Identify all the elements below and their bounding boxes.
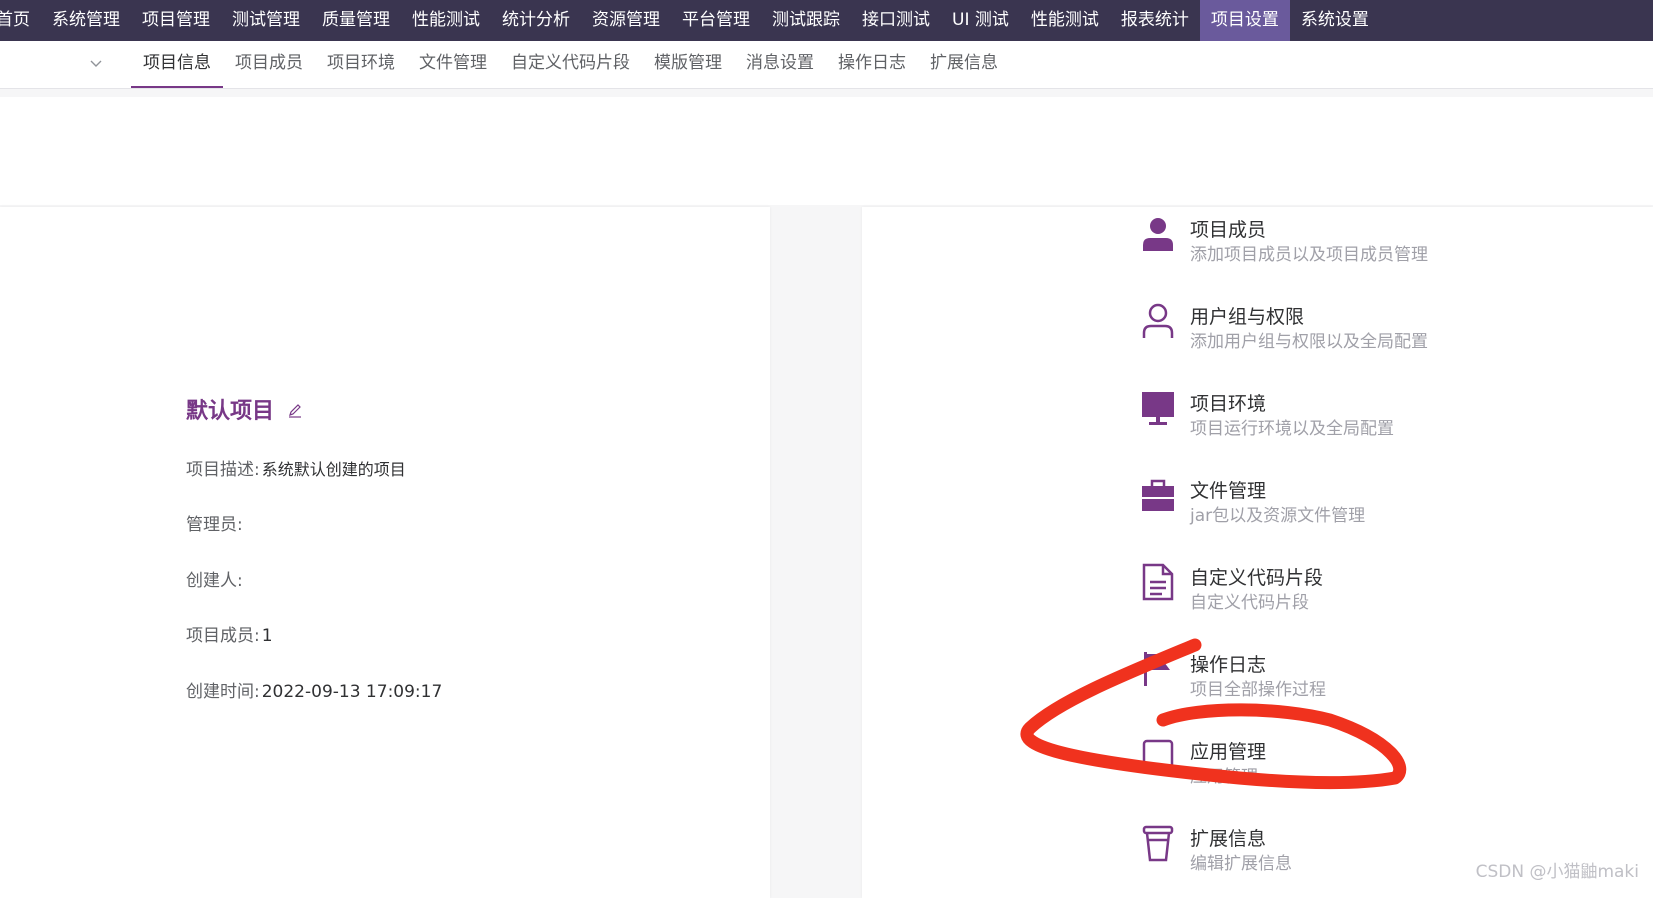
menu-item-desc: 项目全部操作过程: [1190, 680, 1326, 700]
edit-icon[interactable]: [287, 402, 303, 418]
menu-item-custom-code-snippets[interactable]: 自定义代码片段 自定义代码片段: [1140, 563, 1560, 623]
project-created-label: 创建时间:: [186, 682, 260, 702]
menu-item-operation-log[interactable]: 操作日志 项目全部操作过程: [1140, 650, 1560, 710]
topnav-project-management[interactable]: 项目管理: [131, 0, 221, 41]
project-members-value: 1: [261, 626, 273, 646]
document-icon: [1142, 563, 1174, 601]
menu-item-project-environment[interactable]: 项目环境 项目运行环境以及全局配置: [1140, 389, 1560, 449]
menu-item-title: 操作日志: [1190, 654, 1267, 676]
menu-item-title: 文件管理: [1190, 480, 1267, 502]
menu-item-desc: 编辑扩展信息: [1190, 854, 1292, 874]
menu-item-title: 项目环境: [1190, 393, 1267, 415]
tab-project-info[interactable]: 项目信息: [131, 41, 223, 88]
topnav-report-statistics[interactable]: 报表统计: [1110, 0, 1200, 41]
menu-item-desc: 添加项目成员以及项目成员管理: [1190, 245, 1428, 265]
project-admin-label: 管理员:: [186, 515, 243, 535]
menu-item-desc: 项目运行环境以及全局配置: [1190, 419, 1394, 439]
topnav-performance-test[interactable]: 性能测试: [401, 0, 491, 41]
topnav-project-settings[interactable]: 项目设置: [1199, 0, 1290, 41]
menu-item-title: 扩展信息: [1190, 828, 1267, 850]
content-header-area: [0, 97, 1653, 205]
menu-item-desc: 添加用户组与权限以及全局配置: [1190, 332, 1428, 352]
topnav-platform-management[interactable]: 平台管理: [671, 0, 761, 41]
project-title: 默认项目: [186, 399, 275, 424]
topnav-system-settings[interactable]: 系统设置: [1290, 0, 1380, 41]
user-outline-icon: [1142, 303, 1174, 338]
project-description-value: 系统默认创建的项目: [261, 460, 406, 479]
top-navigation: 首页 系统管理 项目管理 测试管理 质量管理 性能测试 统计分析 资源管理 平台…: [0, 0, 1653, 41]
topnav-ui-test[interactable]: UI 测试: [941, 0, 1020, 41]
tab-project-members[interactable]: 项目成员: [223, 41, 315, 88]
menu-item-file-management[interactable]: 文件管理 jar包以及资源文件管理: [1140, 476, 1560, 536]
project-members-label: 项目成员:: [186, 626, 260, 646]
project-admin-row: 管理员:: [186, 510, 243, 535]
topnav-test-tracking[interactable]: 测试跟踪: [761, 0, 851, 41]
monitor-icon: [1142, 392, 1174, 425]
topnav-system-management[interactable]: 系统管理: [41, 0, 131, 41]
menu-item-project-members[interactable]: 项目成员 添加项目成员以及项目成员管理: [1140, 215, 1560, 275]
tab-extended-info[interactable]: 扩展信息: [918, 41, 1010, 88]
topnav-api-test[interactable]: 接口测试: [851, 0, 941, 41]
tab-project-environment[interactable]: 项目环境: [315, 41, 407, 88]
menu-item-title: 自定义代码片段: [1190, 567, 1324, 589]
menu-item-application-management[interactable]: 应用管理 应用管理: [1140, 737, 1560, 797]
sub-tabs: 项目信息 项目成员 项目环境 文件管理 自定义代码片段 模版管理 消息设置 操作…: [131, 41, 1010, 88]
menu-item-desc: 应用管理: [1190, 767, 1258, 787]
project-info-card: [0, 207, 770, 898]
watermark: CSDN @小猫鼬maki: [1475, 862, 1639, 882]
tab-operation-log[interactable]: 操作日志: [826, 41, 918, 88]
project-created-row: 创建时间: 2022-09-13 17:09:17: [186, 677, 442, 702]
project-creator-label: 创建人:: [186, 571, 243, 591]
topnav-performance-test-2[interactable]: 性能测试: [1020, 0, 1110, 41]
app-box-icon: [1142, 739, 1174, 773]
briefcase-icon: [1142, 479, 1174, 511]
project-description-row: 项目描述: 系统默认创建的项目: [186, 455, 406, 480]
cup-icon: [1142, 825, 1174, 862]
menu-item-user-groups-permissions[interactable]: 用户组与权限 添加用户组与权限以及全局配置: [1140, 302, 1560, 362]
menu-item-title: 项目成员: [1190, 219, 1267, 241]
project-description-label: 项目描述:: [186, 460, 260, 480]
tab-file-management[interactable]: 文件管理: [407, 41, 499, 88]
topnav-test-management[interactable]: 测试管理: [221, 0, 311, 41]
menu-item-title: 用户组与权限: [1190, 306, 1305, 328]
tab-message-settings[interactable]: 消息设置: [734, 41, 826, 88]
user-filled-icon: [1143, 218, 1173, 251]
project-members-row: 项目成员: 1: [186, 621, 273, 646]
sub-navigation: 项目信息 项目成员 项目环境 文件管理 自定义代码片段 模版管理 消息设置 操作…: [0, 41, 1653, 89]
chevron-down-icon[interactable]: [88, 55, 104, 71]
menu-item-desc: 自定义代码片段: [1190, 593, 1309, 613]
topnav-quality-management[interactable]: 质量管理: [311, 0, 401, 41]
tab-custom-code-snippets[interactable]: 自定义代码片段: [499, 41, 642, 88]
project-creator-row: 创建人:: [186, 566, 243, 591]
topnav-statistics-analysis[interactable]: 统计分析: [491, 0, 581, 41]
tab-template-management[interactable]: 模版管理: [642, 41, 734, 88]
menu-item-desc: jar包以及资源文件管理: [1190, 506, 1366, 526]
topnav-resource-management[interactable]: 资源管理: [581, 0, 671, 41]
topnav-home[interactable]: 首页: [0, 0, 41, 41]
flag-icon: [1144, 652, 1170, 686]
project-created-value: 2022-09-13 17:09:17: [261, 682, 443, 702]
menu-item-title: 应用管理: [1190, 741, 1267, 763]
